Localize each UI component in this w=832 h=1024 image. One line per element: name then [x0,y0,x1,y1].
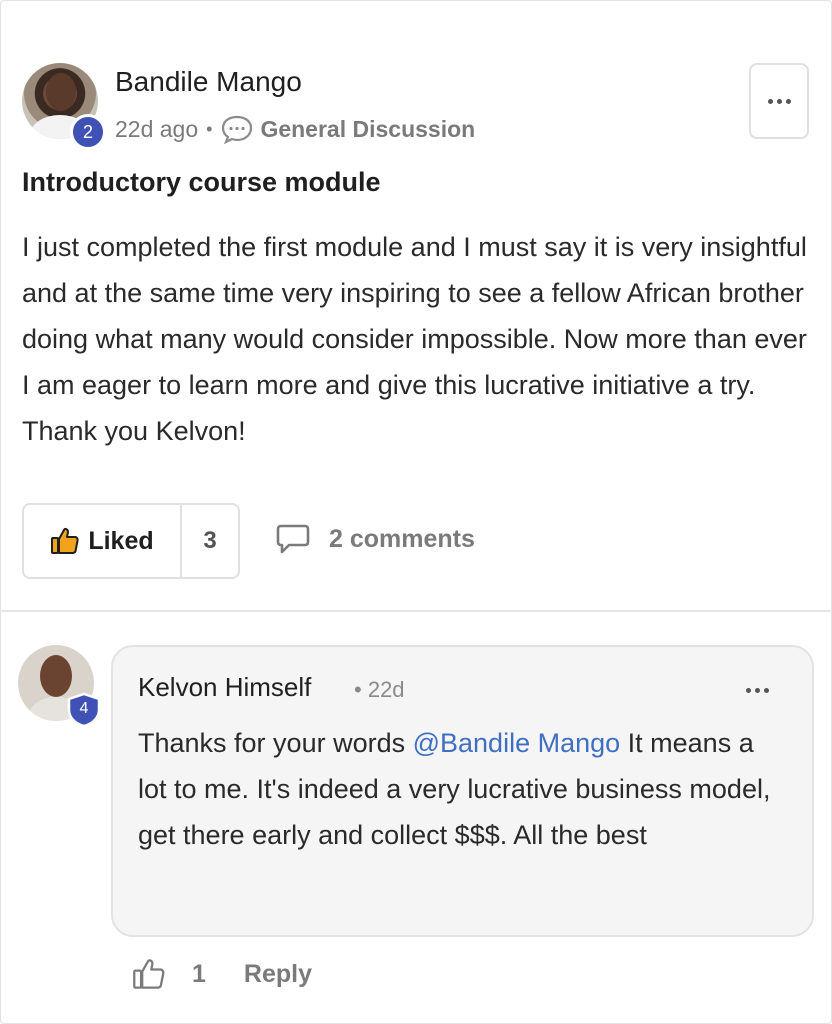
more-dots-icon [746,688,769,693]
comment-separator: • [354,677,362,702]
comment-text-start: Thanks for your words [138,728,413,758]
like-button[interactable]: Liked [24,505,182,577]
post-meta: 22d ago • General Discussion [115,114,475,144]
reply-button[interactable]: Reply [244,960,312,989]
post-title: Introductory course module [22,167,381,197]
thumbs-up-icon[interactable] [132,957,166,991]
comment-actions: 1 Reply [132,957,312,991]
post-author-name[interactable]: Bandile Mango [115,66,302,98]
post-body: I just completed the first module and I … [22,232,807,446]
comment-icon [276,524,310,554]
comments-count-label: 2 comments [329,524,475,553]
level-shield-icon: 4 [66,692,102,728]
like-group: Liked 3 [22,503,240,579]
like-label: Liked [88,526,154,555]
comment-meta: • 22d [354,677,405,703]
comments-link[interactable]: 2 comments [275,523,475,555]
mention-link[interactable]: @Bandile Mango [413,728,621,758]
meta-separator: • [206,118,213,139]
commenter-level: 4 [79,700,89,717]
post-menu-button[interactable] [749,63,809,139]
section-divider [0,610,832,612]
comment-time: 22d [367,677,405,702]
comment-menu-button[interactable] [746,688,769,693]
more-dots-icon [767,98,791,104]
post-time: 22d ago [115,115,199,142]
comment-like-count[interactable]: 1 [192,960,206,989]
post-category-link[interactable]: General Discussion [260,116,475,143]
comment-text: Thanks for your words @Bandile Mango It … [138,720,788,858]
like-count[interactable]: 3 [182,505,238,577]
speech-bubble-icon [222,115,253,144]
comment-author-name[interactable]: Kelvon Himself [138,672,311,703]
thumbs-up-icon [51,527,79,554]
level-badge: 2 [70,114,106,150]
